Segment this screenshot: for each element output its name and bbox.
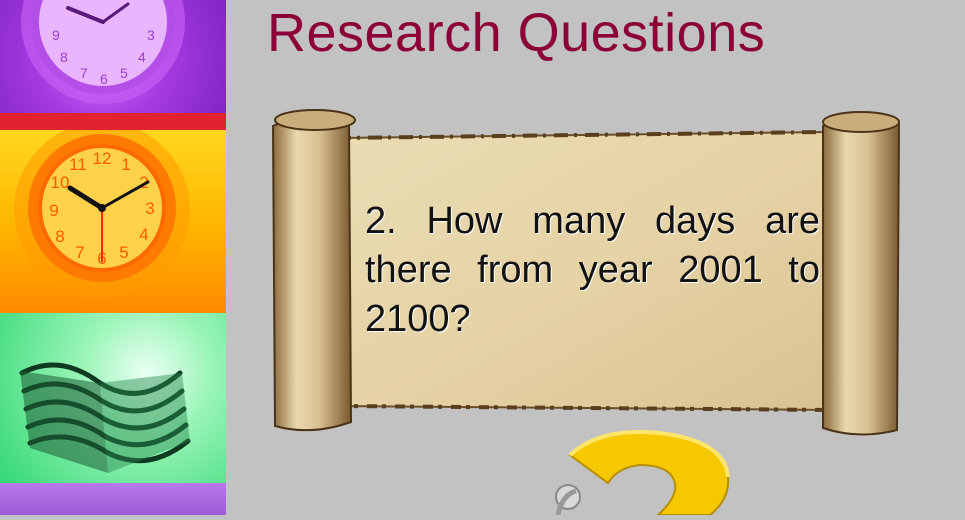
- svg-text:6: 6: [100, 71, 108, 87]
- svg-text:5: 5: [120, 65, 128, 81]
- question-mark-icon: [555, 429, 730, 516]
- green-book-panel: [0, 313, 226, 483]
- orange-clock-panel: 1212 345 678 91011: [0, 130, 226, 313]
- svg-text:9: 9: [52, 27, 60, 43]
- svg-text:3: 3: [147, 27, 155, 43]
- purple-bottom-panel: [0, 483, 226, 515]
- svg-text:10: 10: [51, 173, 70, 192]
- alarm-clock-icon: 1212 345 678 91011: [14, 130, 190, 298]
- svg-text:11: 11: [69, 155, 87, 174]
- book-icon: [19, 362, 191, 473]
- question-text: 2. How many days are there from year 200…: [365, 200, 820, 340]
- svg-text:7: 7: [80, 65, 88, 81]
- svg-text:5: 5: [119, 243, 128, 262]
- svg-text:4: 4: [139, 225, 148, 244]
- svg-text:1: 1: [121, 155, 130, 174]
- decorative-image-strip: 987 6543 1212 345 678 91011: [0, 0, 226, 515]
- svg-text:8: 8: [60, 49, 68, 65]
- svg-text:9: 9: [49, 201, 58, 220]
- question-mark-graphic: [540, 425, 740, 516]
- red-divider: [0, 113, 226, 130]
- purple-clock-panel: 987 6543: [0, 0, 226, 130]
- svg-text:3: 3: [145, 199, 154, 218]
- svg-text:4: 4: [138, 49, 146, 65]
- svg-text:7: 7: [75, 243, 84, 262]
- svg-text:12: 12: [93, 149, 112, 168]
- slide-title: Research Questions: [267, 3, 766, 63]
- svg-text:8: 8: [55, 227, 64, 246]
- clock-icon: 987 6 543: [21, 0, 185, 104]
